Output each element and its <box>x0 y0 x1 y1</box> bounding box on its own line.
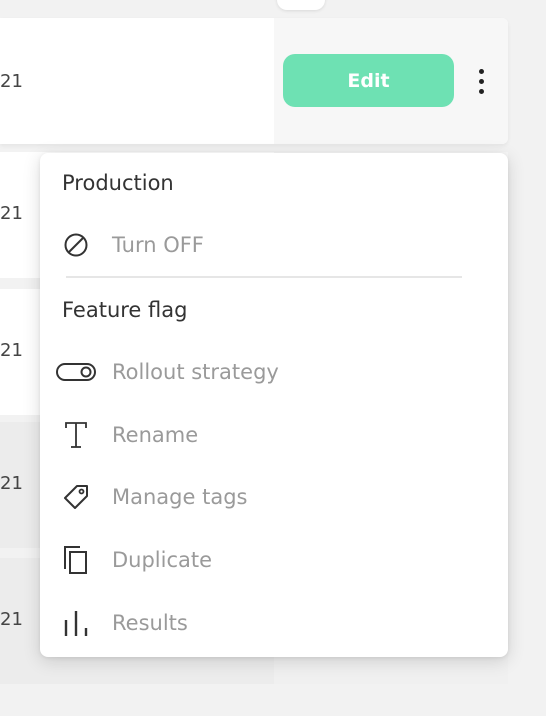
header-tab-stub <box>277 0 325 10</box>
menu-item-results[interactable]: Results <box>54 598 494 648</box>
menu-divider <box>66 276 462 278</box>
tag-icon <box>54 477 98 517</box>
menu-item-label: Results <box>112 611 188 635</box>
actions-dropdown-menu: Production Turn OFF Feature flag Rollout… <box>40 153 508 657</box>
toggle-icon <box>54 352 98 392</box>
table-row: 21 Edit <box>0 18 508 144</box>
text-icon <box>54 415 98 455</box>
menu-item-label: Duplicate <box>112 548 213 572</box>
section-title-production: Production <box>62 171 174 195</box>
row-date: 21 <box>0 203 23 224</box>
row-date: 21 <box>0 340 23 361</box>
row-date: 21 <box>0 71 23 92</box>
menu-item-rollout-strategy[interactable]: Rollout strategy <box>54 347 494 397</box>
menu-item-label: Manage tags <box>112 485 248 509</box>
row-date: 21 <box>0 609 23 630</box>
edit-button[interactable]: Edit <box>283 54 454 107</box>
menu-item-turn-off[interactable]: Turn OFF <box>54 220 494 270</box>
ban-icon <box>54 225 98 265</box>
menu-item-label: Rename <box>112 423 199 447</box>
more-options-icon[interactable] <box>470 62 492 100</box>
menu-item-duplicate[interactable]: Duplicate <box>54 535 494 585</box>
copy-icon <box>54 540 98 580</box>
section-title-feature-flag: Feature flag <box>62 298 188 322</box>
menu-item-rename[interactable]: Rename <box>54 410 494 460</box>
menu-item-label: Rollout strategy <box>112 360 279 384</box>
menu-item-label: Turn OFF <box>112 233 204 257</box>
bar-chart-icon <box>54 603 98 643</box>
menu-item-manage-tags[interactable]: Manage tags <box>54 472 494 522</box>
row-date: 21 <box>0 473 23 494</box>
